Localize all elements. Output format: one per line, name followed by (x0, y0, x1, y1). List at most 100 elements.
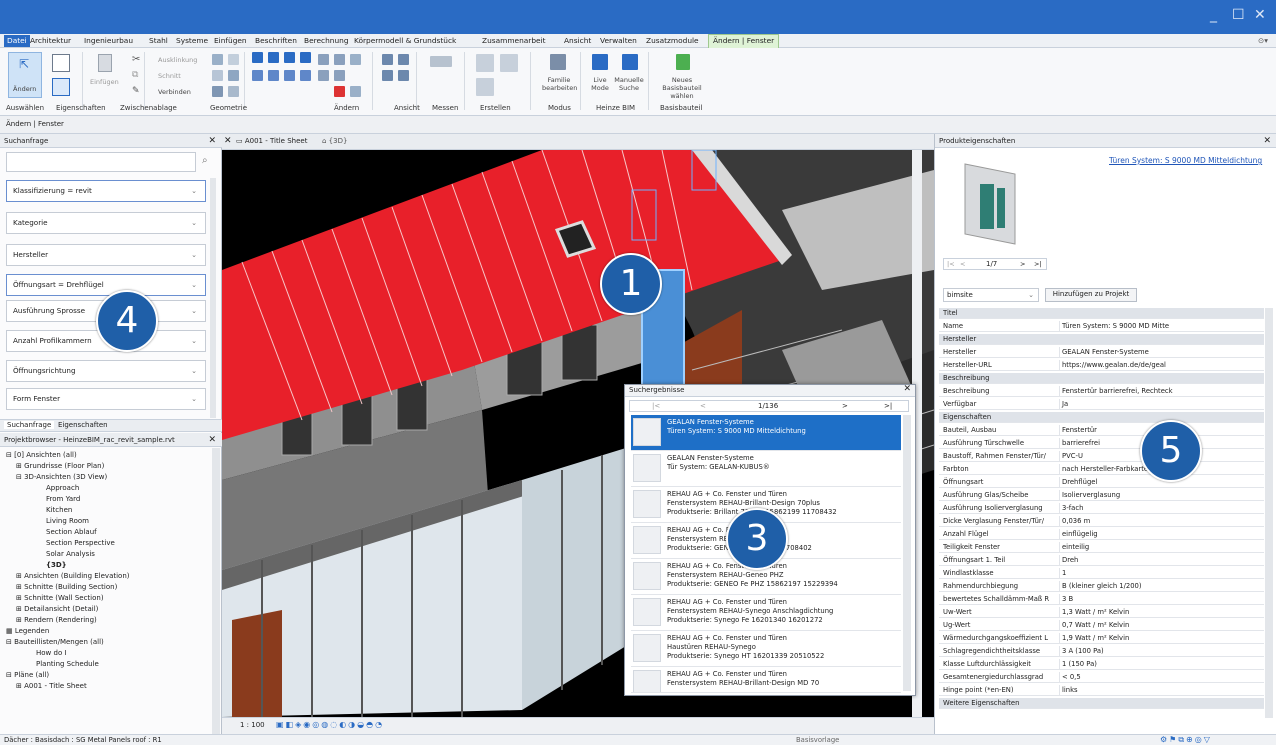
template-selector[interactable]: Basisvorlage (796, 735, 839, 746)
filter-hersteller[interactable]: Hersteller ⌄ (6, 244, 206, 266)
schnitt-button[interactable]: Schnitt (158, 72, 181, 80)
tree-item[interactable]: ⊞ Rendern (Rendering) (16, 615, 97, 625)
source-select[interactable]: bimsite ⌄ (943, 288, 1039, 302)
cut-icon[interactable]: ✂ (132, 54, 140, 65)
split-icon[interactable] (318, 54, 329, 65)
property-row[interactable]: Uw-Wert 1,3 Watt / m² Kelvin (939, 607, 1264, 618)
join-icon[interactable] (212, 54, 223, 65)
view-controls-icon[interactable]: ▣◧◈◉◎◍◌◐◑◒◓◔ (276, 720, 384, 729)
tree-item[interactable]: ▦ Legenden (6, 626, 49, 636)
close-icon[interactable]: ✕ (903, 384, 911, 394)
property-row[interactable]: Ausführung Isolierverglasung 3-fach (939, 503, 1264, 514)
property-row[interactable]: Hersteller GEALAN Fenster-Systeme (939, 347, 1264, 358)
array-icon[interactable] (334, 54, 345, 65)
search-icon[interactable]: ⌕ (202, 155, 208, 166)
property-row[interactable]: Klasse Luftdurchlässigkeit 1 (150 Pa) (939, 659, 1264, 670)
property-row[interactable]: Rahmendurchbiegung B (kleiner gleich 1/20… (939, 581, 1264, 592)
first-page-icon[interactable]: |< (652, 402, 660, 410)
tree-item[interactable]: Solar Analysis (46, 549, 95, 559)
property-group-header[interactable]: Eigenschaften (939, 412, 1264, 423)
property-group-header[interactable]: Beschreibung (939, 373, 1264, 384)
filter-oeffnungsart[interactable]: Öffnungsart = Drehflügel ⌄ (6, 274, 206, 296)
tree-item[interactable]: ⊞ Ansichten (Building Elevation) (16, 571, 130, 581)
tab-zusatzmodule[interactable]: Zusatzmodule (646, 36, 699, 45)
property-group-header[interactable]: Titel (939, 308, 1264, 319)
split-face-icon[interactable] (212, 70, 223, 81)
tab-berechnung[interactable]: Berechnung (304, 36, 349, 45)
create-parts-icon[interactable] (500, 54, 518, 72)
view-scale[interactable]: 1 : 100 (240, 721, 265, 729)
search-input[interactable] (6, 152, 196, 172)
align-icon[interactable] (228, 86, 239, 97)
hide-icon[interactable] (382, 54, 393, 65)
tree-item[interactable]: Living Room (46, 516, 89, 526)
align-tool-icon[interactable] (252, 52, 263, 63)
rotate-icon[interactable] (284, 70, 295, 81)
tab-title-sheet[interactable]: ▭ A001 - Title Sheet (236, 137, 307, 145)
result-item[interactable]: REHAU AG + Co. Fenster und TürenFensters… (631, 595, 901, 631)
results-scrollbar[interactable] (903, 415, 911, 691)
tree-item[interactable]: ⊟ [0] Ansichten (all) (6, 450, 77, 460)
result-item[interactable]: GEALAN Fenster-Systeme Tür System: GEALAN… (631, 451, 901, 487)
tree-item[interactable]: ⊞ Grundrisse (Floor Plan) (16, 461, 104, 471)
prev-page-icon[interactable]: < (700, 402, 706, 410)
tree-item[interactable]: Kitchen (46, 505, 72, 515)
property-row[interactable]: Hinge point (*en-EN) links (939, 685, 1264, 696)
tab-aendern-fenster[interactable]: Ändern | Fenster (708, 34, 780, 48)
property-row[interactable]: Gesamtenergiedurchlassgrad < 0,5 (939, 672, 1264, 683)
last-page-icon[interactable]: >| (884, 402, 892, 410)
filter-form-fenster[interactable]: Form Fenster ⌄ (6, 388, 206, 410)
tree-item[interactable]: Planting Schedule (36, 659, 99, 669)
family-edit-button[interactable]: Familie bearbeiten (540, 52, 577, 100)
view-paint-icon[interactable] (382, 70, 393, 81)
ausklinkung-button[interactable]: Ausklinkung (158, 56, 197, 64)
tab-systeme[interactable]: Systeme (176, 36, 208, 45)
tab-architektur[interactable]: Architektur (30, 36, 71, 45)
tab-suchanfrage[interactable]: Suchanfrage (4, 421, 55, 429)
measure-icon[interactable] (430, 56, 452, 67)
result-item[interactable]: GEALAN Fenster-Systeme Türen System: S 90… (631, 415, 901, 451)
property-row[interactable]: Ausführung Glas/Scheibe Isolierverglasung (939, 490, 1264, 501)
tab-eigenschaften[interactable]: Eigenschaften (58, 421, 108, 429)
property-row[interactable]: Farbton nach Hersteller-Farbkarte (939, 464, 1264, 475)
tree-item[interactable]: ⊞ A001 - Title Sheet (16, 681, 87, 691)
tree-item[interactable]: ⊟ Pläne (all) (6, 670, 49, 680)
create-group-icon[interactable] (476, 78, 494, 96)
tree-item[interactable]: From Yard (46, 494, 80, 504)
property-row[interactable]: Teiligkeit Fenster einteilig (939, 542, 1264, 553)
result-item[interactable]: REHAU AG + Co. Fenster und TürenFensters… (631, 667, 901, 693)
properties-icon[interactable] (52, 54, 70, 72)
property-row[interactable]: Windlastklasse 1 (939, 568, 1264, 579)
tree-item[interactable]: ⊞ Schnitte (Building Section) (16, 582, 117, 592)
property-row[interactable]: Name Türen System: S 9000 MD Mitte (939, 321, 1264, 332)
product-link[interactable]: Türen System: S 9000 MD Mitteldichtung (1109, 156, 1262, 165)
filter-oeffnungsrichtung[interactable]: Öffnungsrichtung ⌄ (6, 360, 206, 382)
new-base-component-button[interactable]: Neues Basisbauteil wählen (654, 52, 710, 100)
filter-kategorie[interactable]: Kategorie ⌄ (6, 212, 206, 234)
paste-button[interactable]: Einfügen (90, 54, 120, 96)
property-group-header[interactable]: Hersteller (939, 334, 1264, 345)
tree-item[interactable]: ⊟ 3D-Ansichten (3D View) (16, 472, 107, 482)
tab-stahl[interactable]: Stahl (149, 36, 168, 45)
type-properties-icon[interactable] (52, 78, 70, 96)
move-icon[interactable] (252, 70, 263, 81)
demolish-icon[interactable] (228, 70, 239, 81)
mirror-draw-icon[interactable] (300, 52, 311, 63)
properties-scrollbar[interactable] (1265, 308, 1273, 718)
first-page-icon[interactable]: |< (947, 260, 955, 268)
property-row[interactable]: bewertetes Schalldämm-Maß R 3 B (939, 594, 1264, 605)
close-icon[interactable]: ✕ (1263, 134, 1271, 148)
tree-item[interactable]: Section Perspective (46, 538, 115, 548)
scale-icon[interactable] (318, 70, 329, 81)
tab-einfuegen[interactable]: Einfügen (214, 36, 247, 45)
property-row[interactable]: Anzahl Flügel einflügelig (939, 529, 1264, 540)
tree-scrollbar[interactable] (212, 448, 220, 734)
paint-icon[interactable] (212, 86, 223, 97)
verbinden-button[interactable]: Verbinden (158, 88, 191, 96)
close-icon[interactable]: ✕ (224, 136, 232, 146)
wall-join-icon[interactable] (228, 54, 239, 65)
tab-ingenieurbau[interactable]: Ingenieurbau (84, 36, 133, 45)
property-row[interactable]: Bauteil, Ausbau Fenstertür (939, 425, 1264, 436)
pin-icon[interactable] (334, 70, 345, 81)
last-page-icon[interactable]: >| (1034, 260, 1042, 268)
